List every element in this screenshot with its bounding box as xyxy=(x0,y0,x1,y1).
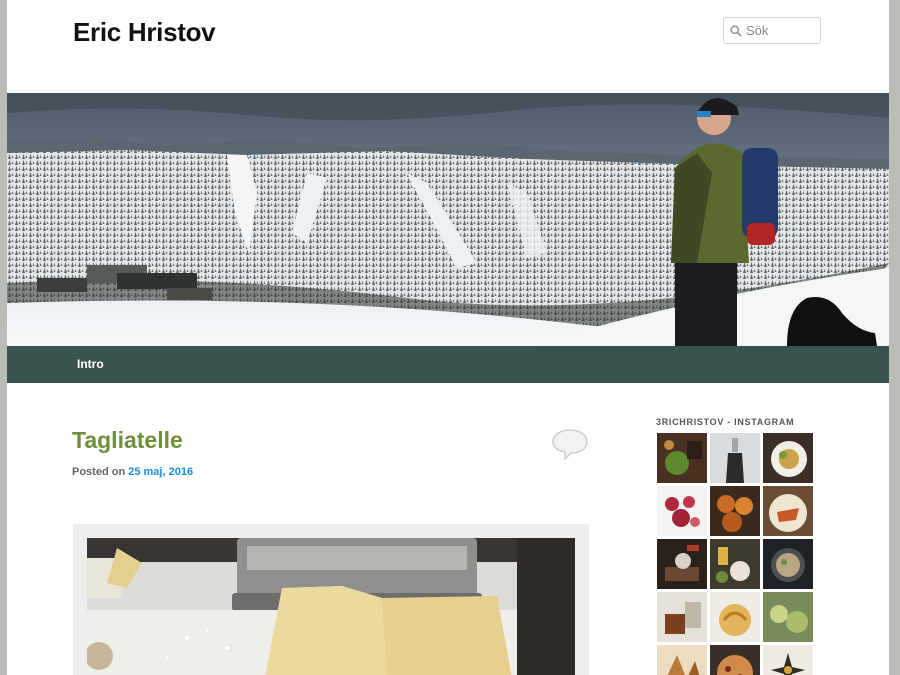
instagram-grid xyxy=(657,433,817,675)
post-image-pasta[interactable] xyxy=(87,538,575,675)
instagram-thumbnail[interactable] xyxy=(710,486,760,536)
instagram-thumbnail[interactable] xyxy=(763,592,813,642)
main-navigation: Intro xyxy=(7,346,889,383)
instagram-thumbnail[interactable] xyxy=(763,645,813,675)
search-input[interactable] xyxy=(746,23,816,38)
instagram-thumbnail[interactable] xyxy=(657,645,707,675)
instagram-thumbnail[interactable] xyxy=(657,539,707,589)
instagram-widget-title: 3RICHRISTOV - INSTAGRAM xyxy=(656,417,795,427)
search-icon xyxy=(730,24,742,37)
nav-item-intro[interactable]: Intro xyxy=(77,357,104,371)
instagram-thumbnail[interactable] xyxy=(710,539,760,589)
instagram-thumbnail[interactable] xyxy=(710,592,760,642)
comment-bubble-icon[interactable] xyxy=(551,428,589,460)
post-meta: Posted on 25 maj, 2016 xyxy=(72,466,193,478)
instagram-thumbnail[interactable] xyxy=(763,486,813,536)
post-date-link[interactable]: 25 maj, 2016 xyxy=(128,466,193,478)
instagram-thumbnail[interactable] xyxy=(710,433,760,483)
search-box[interactable] xyxy=(723,17,821,44)
instagram-thumbnail[interactable] xyxy=(657,592,707,642)
page: Eric Hristov Sök Intro Tagliatelle Poste… xyxy=(7,0,889,675)
instagram-thumbnail[interactable] xyxy=(763,433,813,483)
instagram-thumbnail[interactable] xyxy=(710,645,760,675)
header-banner-image xyxy=(7,93,889,346)
instagram-thumbnail[interactable] xyxy=(763,539,813,589)
instagram-thumbnail[interactable] xyxy=(657,433,707,483)
site-title[interactable]: Eric Hristov xyxy=(73,17,216,48)
posted-on-label: Posted on xyxy=(72,466,126,478)
post-title[interactable]: Tagliatelle xyxy=(72,427,183,454)
instagram-thumbnail[interactable] xyxy=(657,486,707,536)
post-image-frame xyxy=(73,524,589,675)
